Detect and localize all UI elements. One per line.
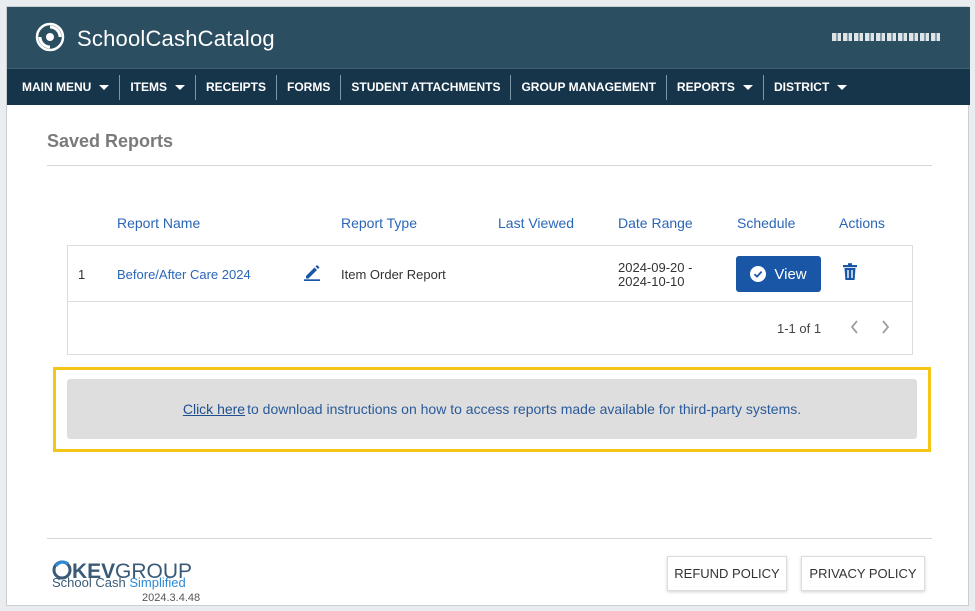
- pagination-label: 1-1 of 1: [777, 321, 822, 336]
- date-range-from: 2024-09-20 -: [618, 260, 693, 275]
- app-window: SchoolCashCatalog MAIN MENU ITEMS RECEIP…: [6, 6, 970, 606]
- table-header: Report Name Report Type Last Viewed Date…: [67, 215, 913, 235]
- caret-down-icon: [837, 84, 848, 90]
- view-schedule-button[interactable]: View: [736, 256, 821, 292]
- third-party-instructions-banner: Click here to download instructions on h…: [67, 379, 917, 439]
- schoolcash-logo-icon: [35, 22, 65, 52]
- highlight-frame: Click here to download instructions on h…: [53, 367, 931, 452]
- nav-group-management[interactable]: GROUP MANAGEMENT: [511, 74, 667, 100]
- tagline-part-b: Simplified: [129, 575, 186, 590]
- notice-text: to download instructions on how to acces…: [247, 401, 802, 417]
- chevron-left-icon[interactable]: [848, 318, 862, 336]
- nav-items[interactable]: ITEMS: [120, 74, 196, 100]
- nav-label: STUDENT ATTACHMENTS: [351, 80, 501, 94]
- table-row: 1 Before/After Care 2024 Item Order Repo…: [68, 246, 912, 302]
- nav-label: RECEIPTS: [206, 80, 267, 94]
- kevgroup-tagline: School Cash Simplified: [52, 575, 186, 590]
- date-range-to: 2024-10-10: [618, 274, 685, 289]
- caret-down-icon: [175, 84, 185, 90]
- nav-district[interactable]: DISTRICT: [764, 75, 857, 100]
- nav-main-menu[interactable]: MAIN MENU: [12, 74, 121, 100]
- caret-down-icon: [99, 84, 110, 90]
- privacy-policy-button[interactable]: PRIVACY POLICY: [801, 556, 925, 591]
- row-index: 1: [78, 267, 86, 282]
- nav-reports[interactable]: REPORTS: [667, 74, 764, 100]
- header-schedule: Schedule: [737, 215, 796, 231]
- header-last-viewed[interactable]: Last Viewed: [498, 215, 574, 231]
- nav-label: FORMS: [287, 80, 331, 94]
- nav-receipts[interactable]: RECEIPTS: [196, 74, 278, 100]
- user-name-redacted[interactable]: [832, 33, 942, 41]
- page-title: Saved Reports: [47, 131, 174, 151]
- pagination: 1-1 of 1: [68, 302, 912, 354]
- caret-down-icon: [742, 84, 753, 90]
- view-label: View: [774, 265, 807, 283]
- download-instructions-link[interactable]: Click here: [183, 401, 245, 417]
- divider: [47, 165, 932, 166]
- pencil-icon[interactable]: [303, 263, 321, 281]
- nav-label: REPORTS: [676, 80, 735, 94]
- divider: [47, 538, 932, 539]
- nav-label: MAIN MENU: [22, 80, 92, 94]
- nav-label: DISTRICT: [773, 80, 830, 94]
- header-date-range[interactable]: Date Range: [618, 215, 693, 231]
- main-nav: MAIN MENU ITEMS RECEIPTS FORMS STUDENT A…: [7, 68, 970, 105]
- tagline-part-a: School Cash: [52, 575, 130, 590]
- app-version: 2024.3.4.48: [142, 592, 201, 604]
- reports-table: 1 Before/After Care 2024 Item Order Repo…: [67, 245, 913, 355]
- header-bar: SchoolCashCatalog: [7, 7, 970, 68]
- chevron-right-icon[interactable]: [878, 318, 892, 336]
- nav-forms[interactable]: FORMS: [277, 74, 342, 100]
- refund-policy-button[interactable]: REFUND POLICY: [667, 556, 787, 591]
- trash-icon[interactable]: [840, 262, 860, 282]
- nav-student-attachments[interactable]: STUDENT ATTACHMENTS: [341, 74, 512, 100]
- header-actions: Actions: [839, 215, 885, 231]
- header-report-type[interactable]: Report Type: [341, 215, 417, 231]
- nav-label: ITEMS: [130, 80, 167, 94]
- check-circle-icon: [750, 266, 767, 282]
- report-name-link[interactable]: Before/After Care 2024: [117, 267, 251, 282]
- header-report-name[interactable]: Report Name: [117, 215, 200, 231]
- nav-label: GROUP MANAGEMENT: [521, 80, 656, 94]
- brand-name: SchoolCashCatalog: [77, 26, 275, 51]
- report-type: Item Order Report: [341, 267, 446, 282]
